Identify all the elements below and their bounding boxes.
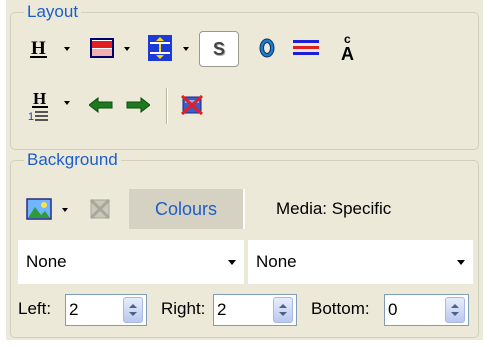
vertical-spacing-icon bbox=[148, 35, 172, 61]
left-stepper[interactable]: 2 bbox=[65, 294, 147, 326]
background-select-right-value: None bbox=[256, 252, 297, 271]
media-label: Media: Specific bbox=[276, 199, 392, 218]
clear-layout-icon bbox=[181, 95, 203, 115]
letter-spacing-icon: c A bbox=[341, 32, 354, 62]
left-value[interactable]: 2 bbox=[66, 300, 123, 320]
background-image-dropdown-arrow[interactable] bbox=[62, 208, 68, 212]
chevron-down-icon[interactable] bbox=[228, 259, 236, 265]
border-color-dropdown-arrow[interactable] bbox=[124, 47, 130, 51]
numbered-heading-button[interactable]: H 1 bbox=[26, 88, 54, 124]
svg-text:H: H bbox=[33, 89, 46, 108]
left-stepper-buttons[interactable] bbox=[123, 297, 143, 323]
heading-dropdown-arrow[interactable] bbox=[64, 47, 70, 51]
remove-image-button bbox=[86, 196, 114, 222]
move-left-button[interactable] bbox=[86, 94, 116, 116]
right-label: Right: bbox=[161, 299, 206, 318]
vertical-spacing-button[interactable] bbox=[145, 32, 175, 64]
svg-text:A: A bbox=[341, 44, 354, 62]
shadow-s-icon: S bbox=[212, 38, 225, 59]
arrow-left-icon bbox=[89, 97, 113, 113]
background-group-title: Background bbox=[24, 151, 121, 169]
layout-group bbox=[10, 12, 479, 150]
svg-text:H: H bbox=[31, 38, 46, 59]
left-label: Left: bbox=[18, 299, 52, 318]
border-color-icon bbox=[90, 38, 114, 58]
layout-group-title: Layout bbox=[24, 3, 82, 21]
clear-layout-button[interactable] bbox=[178, 92, 206, 118]
right-stepper-buttons[interactable] bbox=[273, 297, 293, 323]
heading-style-button[interactable]: H bbox=[26, 34, 52, 62]
right-value[interactable]: 2 bbox=[214, 300, 273, 320]
background-image-button[interactable] bbox=[24, 195, 54, 223]
background-select-left-value: None bbox=[26, 252, 67, 271]
move-right-button[interactable] bbox=[123, 94, 153, 116]
vertical-spacing-dropdown-arrow[interactable] bbox=[183, 47, 189, 51]
heading-numbered-icon: H 1 bbox=[28, 89, 48, 123]
background-select-left[interactable]: None bbox=[18, 240, 244, 284]
bottom-label: Bottom: bbox=[311, 299, 370, 318]
remove-image-icon bbox=[89, 198, 111, 220]
right-stepper[interactable]: 2 bbox=[213, 294, 297, 326]
shadow-button[interactable]: S bbox=[199, 31, 239, 67]
background-select-right[interactable]: None bbox=[248, 240, 473, 284]
arrow-right-icon bbox=[126, 97, 150, 113]
outline-button[interactable] bbox=[254, 34, 280, 62]
letter-spacing-button[interactable]: c A bbox=[336, 30, 362, 64]
style-panel: Layout H S c A H 1 Background Colours Me… bbox=[6, 0, 483, 340]
toolbar-separator bbox=[166, 88, 168, 124]
bottom-stepper-buttons[interactable] bbox=[445, 297, 465, 323]
chevron-down-icon[interactable] bbox=[457, 259, 465, 265]
numbered-heading-dropdown-arrow[interactable] bbox=[64, 101, 70, 105]
svg-text:1: 1 bbox=[28, 111, 34, 123]
tab-colours[interactable]: Colours bbox=[129, 189, 245, 229]
heading-icon: H bbox=[30, 38, 47, 59]
outline-icon bbox=[259, 38, 275, 58]
bottom-stepper[interactable]: 0 bbox=[384, 294, 469, 326]
background-image-icon bbox=[26, 198, 52, 220]
border-color-button[interactable] bbox=[88, 34, 116, 62]
text-lines-icon bbox=[293, 40, 319, 55]
text-lines-button[interactable] bbox=[291, 34, 321, 62]
bottom-value[interactable]: 0 bbox=[385, 300, 445, 320]
